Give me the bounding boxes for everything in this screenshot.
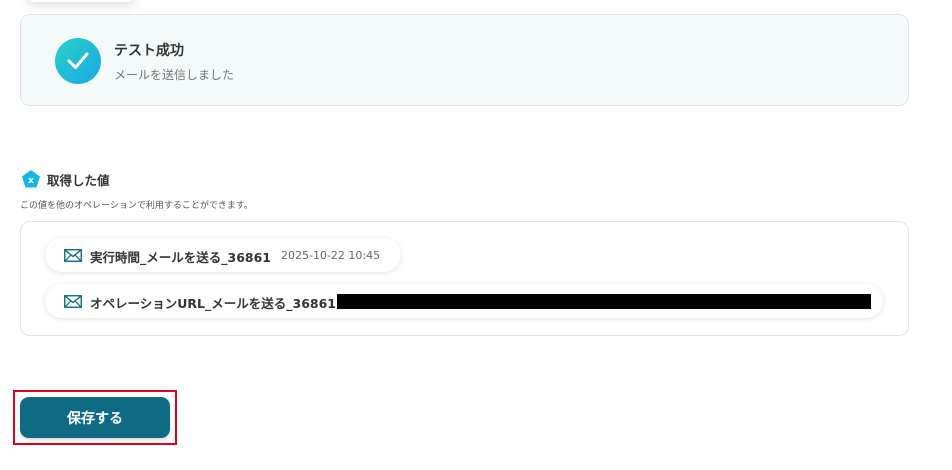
- redacted-value: [337, 294, 871, 309]
- page: テスト成功 メールを送信しました x 取得した値 この値を他のオペレーションで利…: [0, 0, 952, 470]
- svg-text:x: x: [28, 176, 34, 186]
- retrieved-values-description: この値を他のオペレーションで利用することができます。: [20, 201, 253, 211]
- test-result-subtitle: メールを送信しました: [114, 68, 235, 82]
- check-circle-icon: [55, 38, 101, 84]
- test-result-card: テスト成功 メールを送信しました: [20, 14, 909, 106]
- mail-icon: [64, 295, 82, 308]
- value-chip-label: 実行時間_メールを送る_36861: [90, 250, 271, 265]
- retrieved-values-title: 取得した値: [47, 173, 110, 188]
- save-button[interactable]: 保存する: [20, 397, 170, 438]
- value-chip-label: オペレーションURL_メールを送る_36861: [90, 296, 336, 311]
- value-chip-value: 2025-10-22 10:45: [281, 249, 381, 262]
- value-chip-operation-url[interactable]: オペレーションURL_メールを送る_36861: [45, 284, 883, 318]
- test-result-title: テスト成功: [114, 43, 184, 59]
- yoom-pentagon-icon: x: [22, 170, 40, 188]
- cutoff-element: [26, 0, 136, 2]
- retrieved-values-list: 実行時間_メールを送る_36861 2025-10-22 10:45 オペレーシ…: [20, 221, 909, 336]
- value-chip-execution-time[interactable]: 実行時間_メールを送る_36861 2025-10-22 10:45: [45, 238, 401, 272]
- mail-icon: [64, 249, 82, 262]
